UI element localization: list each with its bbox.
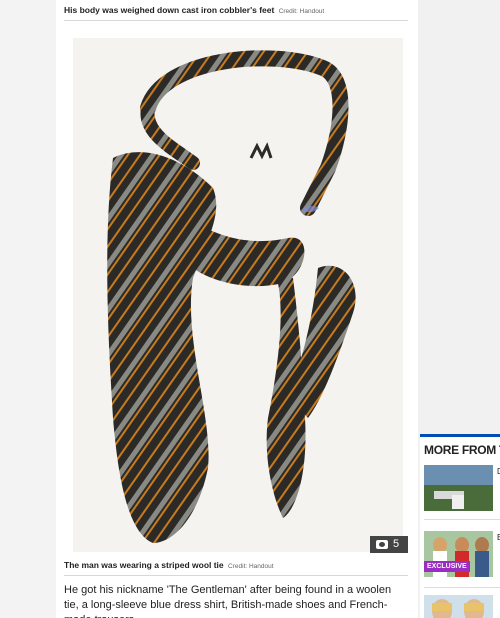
sidebar-divider bbox=[424, 587, 500, 588]
gallery-count-button[interactable]: 5 bbox=[370, 536, 408, 553]
sidebar-thumbnail bbox=[424, 595, 493, 618]
more-from-sidebar: MORE FROM TH D EXCLUSIVE E bbox=[420, 434, 500, 618]
caption-credit: Credit: Handout bbox=[228, 563, 274, 570]
sidebar-item[interactable] bbox=[424, 595, 500, 618]
sidebar-thumbnail bbox=[424, 465, 493, 511]
photo-caption-top: His body was weighed down cast iron cobb… bbox=[64, 4, 408, 18]
camera-icon bbox=[376, 540, 388, 549]
sidebar-divider bbox=[424, 519, 500, 520]
article-body: He got his nickname 'The Gentleman' afte… bbox=[64, 584, 392, 618]
gallery-count: 5 bbox=[393, 538, 400, 550]
photo-caption-bottom: The man was wearing a striped wool tie C… bbox=[64, 559, 408, 573]
caption-divider bbox=[64, 20, 408, 21]
caption-text: The man was wearing a striped wool tie bbox=[64, 560, 224, 570]
caption-divider bbox=[64, 575, 408, 576]
sidebar-item[interactable]: D bbox=[424, 465, 500, 513]
exclusive-badge: EXCLUSIVE bbox=[424, 561, 470, 572]
article-photo[interactable] bbox=[73, 38, 403, 552]
caption-credit: Credit: Handout bbox=[278, 8, 325, 15]
caption-text: His body was weighed down cast iron cobb… bbox=[64, 5, 275, 15]
striped-tie-image bbox=[73, 38, 403, 552]
left-gutter bbox=[0, 0, 56, 618]
sidebar-title: MORE FROM TH bbox=[424, 443, 500, 457]
sidebar-item[interactable]: EXCLUSIVE E bbox=[424, 531, 500, 579]
